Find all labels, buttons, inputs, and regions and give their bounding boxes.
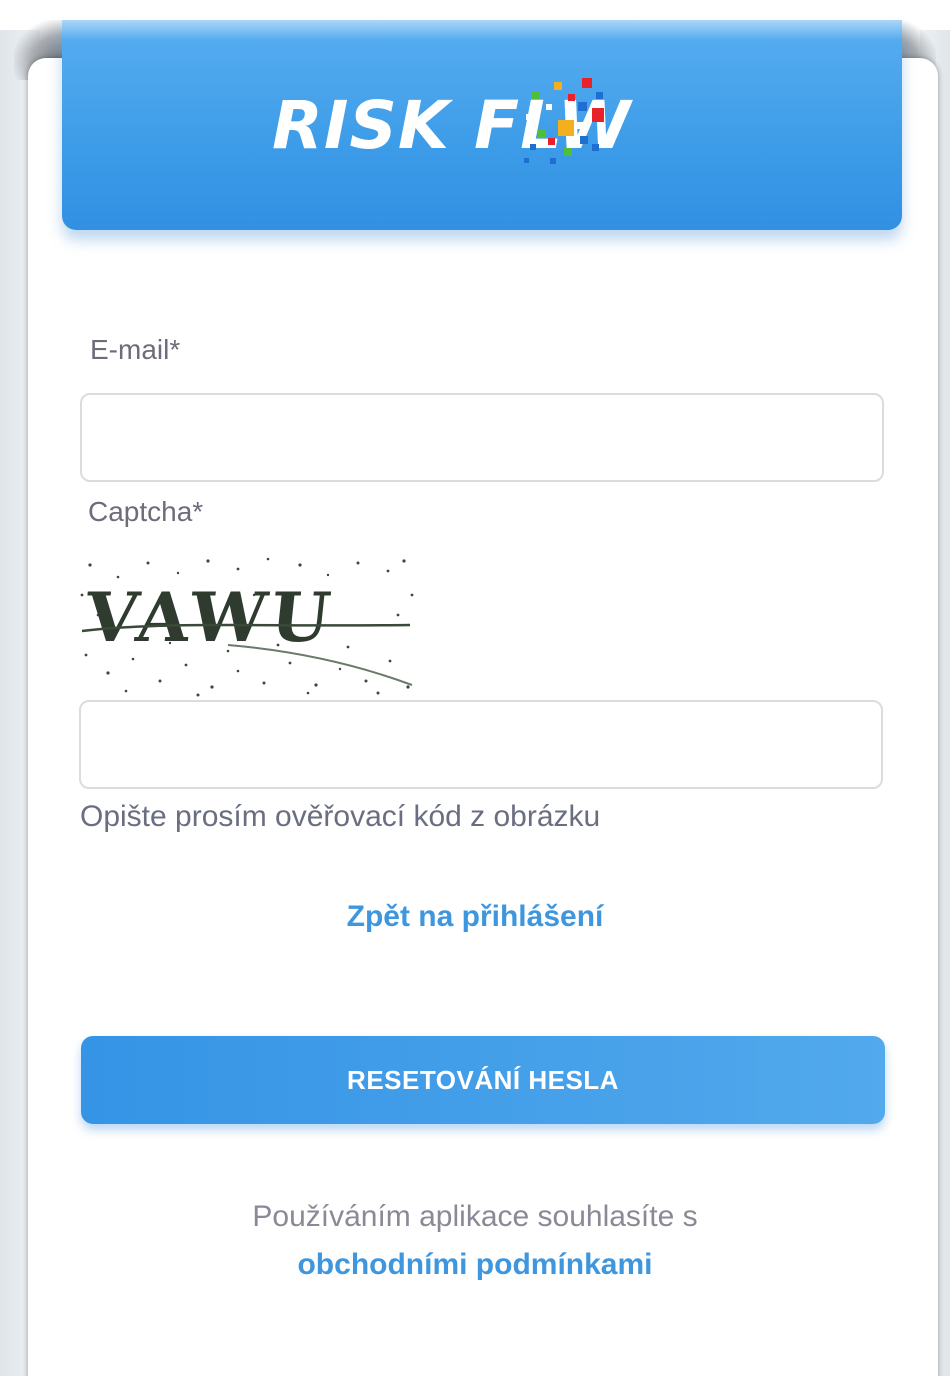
captcha-label: Captcha*: [88, 496, 204, 527]
risk-flow-logo: RISK FLW: [272, 78, 631, 166]
captcha-hint: Opište prosím ověřovací kód z obrázku: [80, 800, 601, 833]
email-label: E-mail*: [90, 334, 181, 365]
header-top-fade: [62, 0, 902, 40]
terms-link[interactable]: obchodními podmínkami: [0, 1248, 950, 1282]
back-to-login-link[interactable]: Zpět na přihlášení: [0, 900, 950, 934]
pixel-mosaic-o-icon: [524, 78, 604, 164]
terms-text: Používáním aplikace souhlasíte s: [252, 1200, 698, 1233]
captcha-input[interactable]: [79, 700, 883, 789]
reset-password-button[interactable]: RESETOVÁNÍ HESLA: [81, 1036, 885, 1124]
login-page: RISK FLW E-mail* Captcha* VAWU Opište pr…: [0, 0, 950, 1376]
email-input[interactable]: [80, 393, 884, 482]
captcha-code: VAWU: [80, 578, 338, 658]
captcha-image: VAWU: [78, 555, 414, 697]
